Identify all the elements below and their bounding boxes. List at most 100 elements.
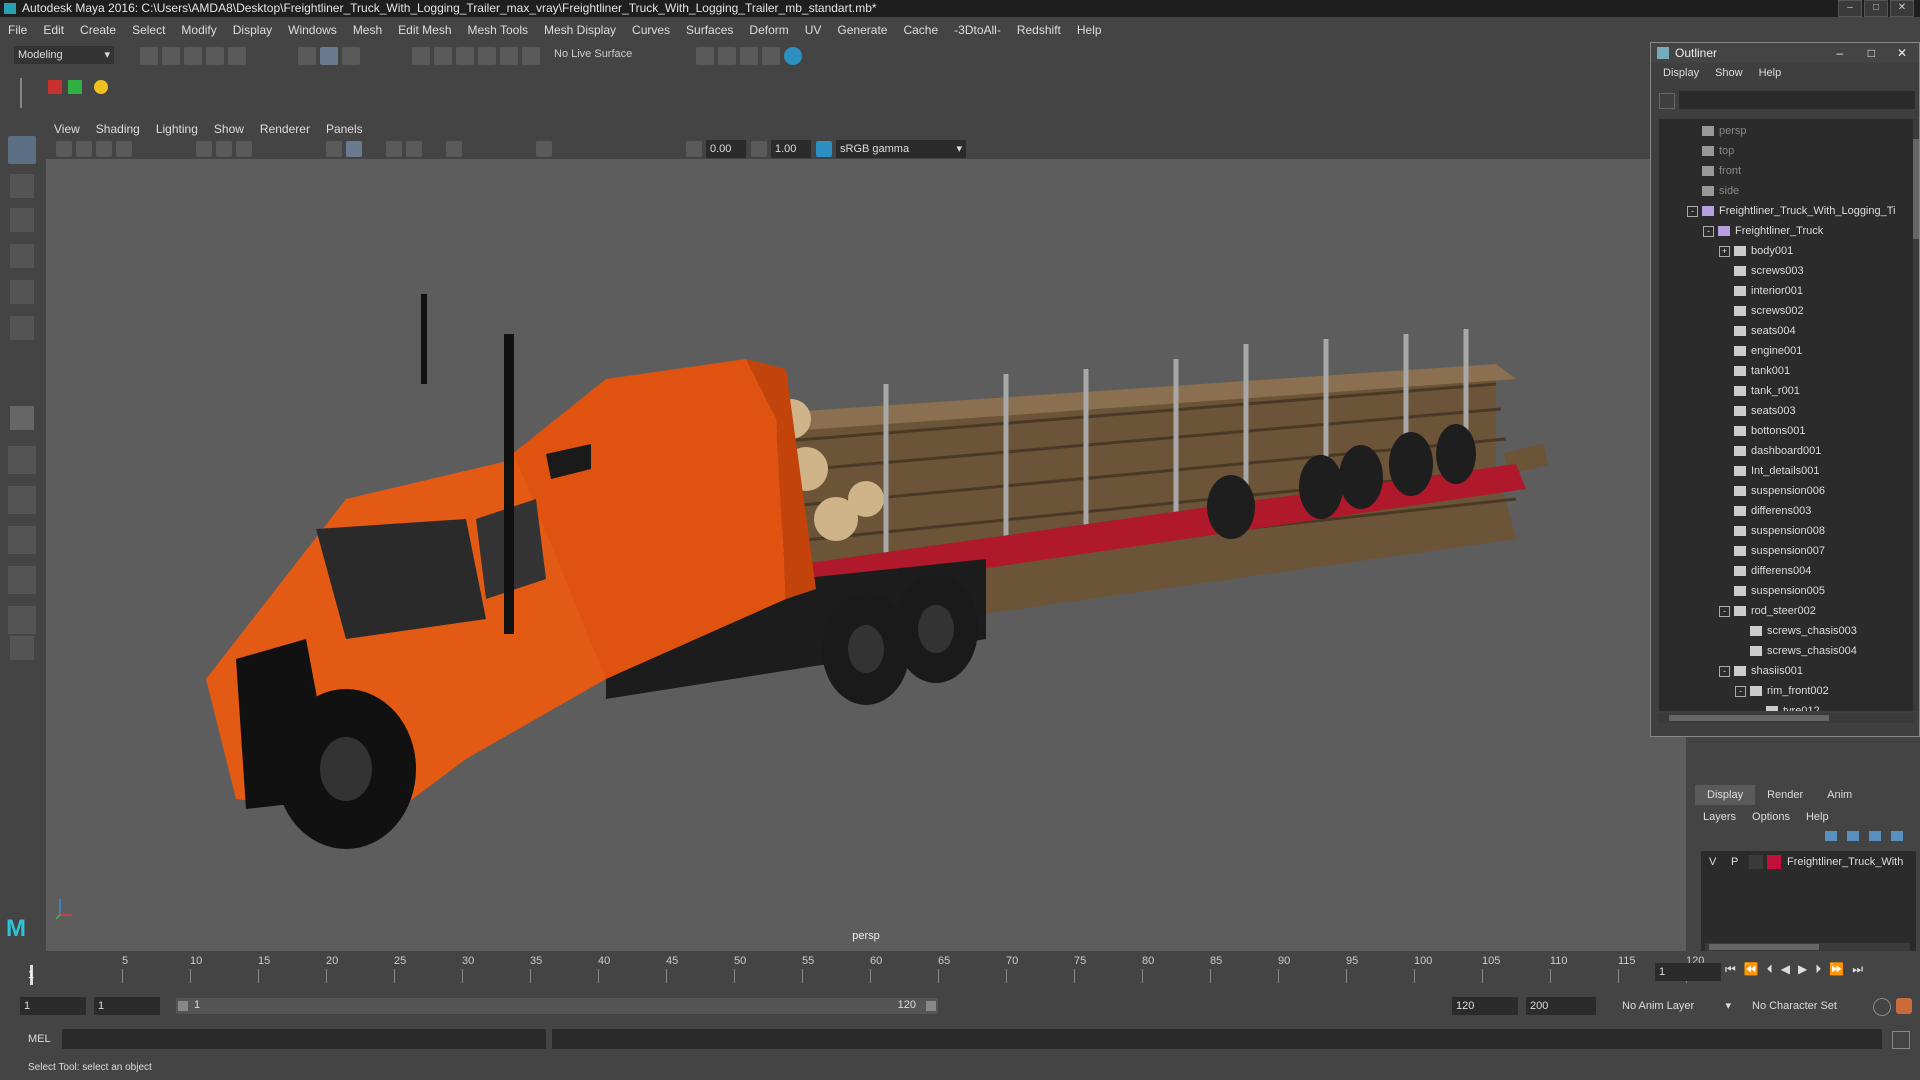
outliner-item[interactable]: interior001 — [1719, 281, 1803, 301]
menu-mesh[interactable]: Mesh — [345, 19, 390, 41]
range-slider-end-handle[interactable] — [926, 1001, 936, 1011]
collapse-toggle-icon[interactable]: - — [1703, 225, 1714, 237]
playback-end-field[interactable]: 120 — [1452, 997, 1518, 1015]
menu-generate[interactable]: Generate — [829, 19, 895, 41]
layout-four-icon[interactable] — [8, 446, 36, 474]
menu-windows[interactable]: Windows — [280, 19, 345, 41]
outliner-maximize-button[interactable]: □ — [1868, 43, 1875, 63]
redo-icon[interactable] — [228, 47, 246, 65]
exposure-icon[interactable] — [686, 141, 702, 157]
close-button[interactable]: ✕ — [1890, 0, 1914, 17]
undo-icon[interactable] — [206, 47, 224, 65]
viewport-menu-renderer[interactable]: Renderer — [252, 119, 318, 139]
snap-surface-icon[interactable] — [500, 47, 518, 65]
image-plane-icon[interactable] — [116, 141, 132, 157]
layout-graph-icon[interactable] — [8, 526, 36, 554]
outliner-minimize-button[interactable]: – — [1836, 43, 1843, 63]
select-object-icon[interactable] — [320, 47, 338, 65]
step-back-key-icon[interactable]: ⏪ — [1744, 962, 1759, 982]
menu-mesh-display[interactable]: Mesh Display — [536, 19, 624, 41]
outliner-horizontal-scrollbar[interactable] — [1659, 713, 1914, 723]
current-time-field[interactable]: 1 — [1655, 963, 1721, 981]
render-frame-icon[interactable] — [696, 47, 714, 65]
outliner-item[interactable]: Int_details001 — [1719, 461, 1820, 481]
viewport-menu-show[interactable]: Show — [206, 119, 252, 139]
new-layer-selected-icon[interactable] — [1891, 831, 1903, 841]
collapse-toggle-icon[interactable]: - — [1719, 605, 1730, 617]
layer-menu-layers[interactable]: Layers — [1695, 807, 1744, 827]
select-hierarchy-icon[interactable] — [298, 47, 316, 65]
outliner-search-field[interactable] — [1679, 91, 1915, 109]
menu-display[interactable]: Display — [225, 19, 280, 41]
outliner-item[interactable]: persp — [1687, 121, 1747, 141]
xray-icon[interactable] — [446, 141, 462, 157]
step-forward-frame-icon[interactable]: ⏵ — [1815, 962, 1821, 982]
film-gate-icon[interactable] — [216, 141, 232, 157]
collapse-toggle-icon[interactable]: - — [1735, 685, 1746, 697]
outliner-item[interactable]: engine001 — [1719, 341, 1802, 361]
grid-toggle-icon[interactable] — [196, 141, 212, 157]
outliner-item[interactable]: suspension008 — [1719, 521, 1825, 541]
viewport-menu-shading[interactable]: Shading — [88, 119, 148, 139]
snap-point-icon[interactable] — [456, 47, 474, 65]
sun-light-icon[interactable] — [94, 80, 108, 94]
lasso-tool-icon[interactable] — [10, 174, 34, 198]
viewport-menu-panels[interactable]: Panels — [318, 119, 371, 139]
outliner-menu-help[interactable]: Help — [1751, 63, 1790, 83]
menu-edit[interactable]: Edit — [35, 19, 72, 41]
outliner-item[interactable]: - rim_front002 — [1735, 681, 1829, 701]
outliner-close-button[interactable]: ✕ — [1897, 43, 1907, 63]
outliner-item[interactable]: top — [1687, 141, 1734, 161]
outliner-item[interactable]: seats004 — [1719, 321, 1796, 341]
play-backward-icon[interactable]: ◀ — [1781, 962, 1790, 982]
layer-tab-anim[interactable]: Anim — [1815, 785, 1864, 805]
outliner-tree[interactable]: persp top front side - Freightliner_Truck_Wit… — [1659, 119, 1914, 711]
mel-input[interactable] — [62, 1029, 546, 1049]
layer-move-down-icon[interactable] — [1847, 831, 1859, 841]
smooth-shade-icon[interactable] — [346, 141, 362, 157]
color-management-icon[interactable] — [816, 141, 832, 157]
layer-visibility-toggle[interactable]: V — [1709, 851, 1716, 873]
viewport-3d[interactable]: persp — [46, 119, 1686, 951]
layout-two-icon[interactable] — [8, 486, 36, 514]
animation-prefs-icon[interactable] — [1896, 998, 1912, 1014]
menu-modify[interactable]: Modify — [173, 19, 224, 41]
color-space-dropdown[interactable]: sRGB gamma ▾ — [836, 140, 966, 158]
menu-surfaces[interactable]: Surfaces — [678, 19, 741, 41]
new-scene-icon[interactable] — [140, 47, 158, 65]
select-component-icon[interactable] — [342, 47, 360, 65]
layer-horizontal-scrollbar[interactable] — [1705, 943, 1910, 951]
outliner-item[interactable]: + body001 — [1719, 241, 1793, 261]
menu-select[interactable]: Select — [124, 19, 173, 41]
outliner-item[interactable]: front — [1687, 161, 1741, 181]
anim-layer-dropdown[interactable]: No Anim Layer ▾ — [1618, 997, 1733, 1015]
menu-help[interactable]: Help — [1069, 19, 1110, 41]
camera-attributes-icon[interactable] — [76, 141, 92, 157]
outliner-item[interactable]: tank_r001 — [1719, 381, 1800, 401]
move-tool-icon[interactable] — [10, 244, 34, 268]
menu-cache[interactable]: Cache — [895, 19, 946, 41]
menu-curves[interactable]: Curves — [624, 19, 678, 41]
time-slider-track[interactable]: 1 5 10 15 20 25 30 35 40 45 50 55 60 65 70 75 80 85 90 95 10… — [28, 955, 1704, 985]
outliner-item[interactable]: tank001 — [1719, 361, 1790, 381]
expand-toggle-icon[interactable]: + — [1719, 245, 1730, 257]
layer-row[interactable]: V P Freightliner_Truck_With — [1701, 851, 1916, 873]
collapse-toggle-icon[interactable]: - — [1719, 665, 1730, 677]
snap-grid-icon[interactable] — [412, 47, 430, 65]
mode-dropdown[interactable]: Modeling ▾ — [14, 46, 114, 64]
layout-outliner-icon[interactable] — [8, 566, 36, 594]
outliner-item[interactable]: suspension006 — [1719, 481, 1825, 501]
textured-icon[interactable] — [386, 141, 402, 157]
character-set-dropdown[interactable]: No Character Set — [1748, 997, 1868, 1015]
scrollbar-thumb[interactable] — [1913, 139, 1919, 239]
outliner-item[interactable]: - Freightliner_Truck — [1703, 221, 1823, 241]
maximize-button[interactable]: □ — [1864, 0, 1888, 17]
layer-menu-help[interactable]: Help — [1798, 807, 1837, 827]
render-settings-icon[interactable] — [740, 47, 758, 65]
outliner-item[interactable]: screws_chasis003 — [1735, 621, 1857, 641]
outliner-item[interactable]: screws_chasis004 — [1735, 641, 1857, 661]
outliner-item[interactable]: - Freightliner_Truck_With_Logging_Ti — [1687, 201, 1896, 221]
layer-tab-render[interactable]: Render — [1755, 785, 1815, 805]
hypershade-icon[interactable] — [762, 47, 780, 65]
range-slider[interactable]: 1 120 — [176, 998, 938, 1014]
